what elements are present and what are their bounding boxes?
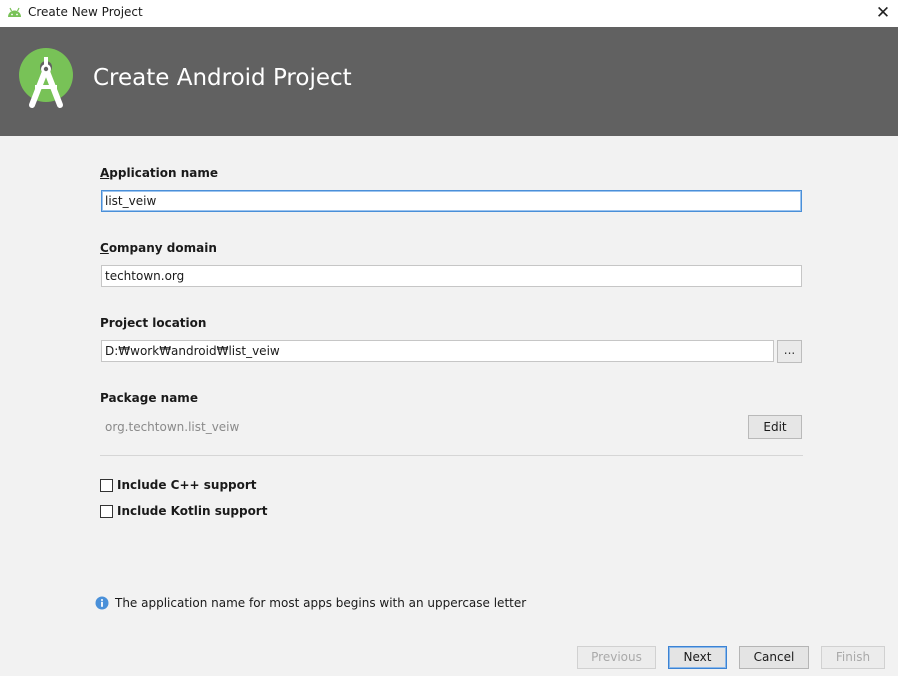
project-location-label: Project location [100, 316, 207, 330]
close-icon[interactable]: ✕ [868, 0, 898, 27]
include-kotlin-label: Include Kotlin support [117, 504, 268, 518]
header-banner: Create Android Project [0, 27, 898, 136]
info-text: The application name for most apps begin… [115, 596, 527, 610]
page-title: Create Android Project [93, 65, 352, 91]
edit-package-button[interactable]: Edit [748, 415, 802, 439]
android-icon [8, 7, 21, 17]
info-icon [95, 596, 109, 610]
info-message: The application name for most apps begin… [95, 596, 526, 610]
include-kotlin-option[interactable]: Include Kotlin support [100, 503, 267, 519]
app-name-label: Application name [100, 166, 219, 180]
app-name-input[interactable]: list_veiw [101, 190, 802, 212]
cancel-button[interactable]: Cancel [739, 646, 809, 669]
android-studio-logo-icon [19, 48, 73, 108]
include-kotlin-checkbox[interactable] [100, 504, 113, 518]
window-titlebar: Create New Project ✕ [0, 0, 898, 27]
include-cpp-option[interactable]: Include C++ support [100, 477, 257, 493]
include-cpp-label: Include C++ support [117, 478, 257, 492]
window-title: Create New Project [28, 5, 143, 19]
company-domain-input[interactable]: techtown.org [101, 265, 802, 287]
include-cpp-checkbox[interactable] [100, 478, 113, 492]
company-domain-label: Company domain [100, 241, 217, 255]
package-name-value: org.techtown.list_veiw [105, 420, 240, 434]
package-name-label: Package name [100, 391, 198, 405]
browse-button[interactable]: ... [777, 340, 802, 363]
divider [100, 455, 803, 456]
project-location-input[interactable]: D:₩work₩android₩list_veiw [101, 340, 774, 362]
next-button[interactable]: Next [668, 646, 727, 669]
finish-button[interactable]: Finish [821, 646, 885, 669]
previous-button[interactable]: Previous [577, 646, 656, 669]
